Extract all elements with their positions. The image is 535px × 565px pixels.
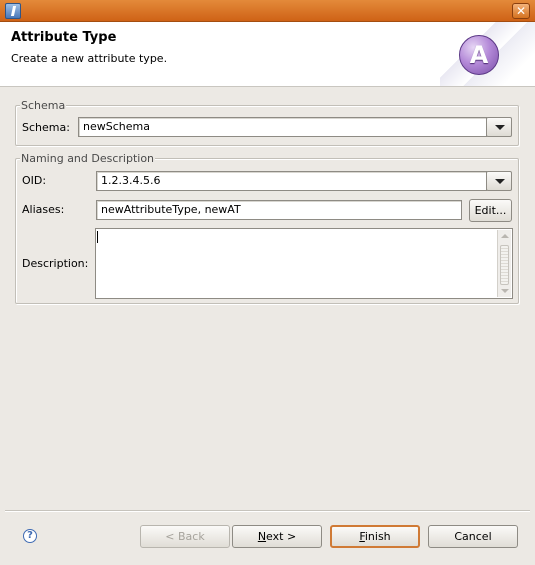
dialog-header: Attribute Type Create a new attribute ty… [0, 22, 535, 87]
schema-dropdown-button[interactable] [486, 117, 512, 137]
schema-label: Schema: [22, 121, 70, 134]
oid-dropdown-button[interactable] [486, 171, 512, 191]
close-icon: ✕ [515, 4, 527, 18]
schema-group-legend: Schema [20, 99, 67, 112]
attribute-type-dialog: ✕ Attribute Type Create a new attribute … [0, 0, 535, 565]
next-button-label: Next > [257, 530, 297, 543]
back-button-label: < Back [165, 530, 205, 543]
schema-combo[interactable]: newSchema [78, 117, 487, 137]
back-button[interactable]: < Back [140, 525, 230, 548]
description-scrollbar[interactable] [497, 230, 511, 297]
text-caret [97, 231, 98, 243]
next-button[interactable]: Next > [232, 525, 322, 548]
oid-label: OID: [22, 174, 47, 187]
description-textarea[interactable] [95, 228, 513, 299]
page-title: Attribute Type [11, 30, 117, 45]
app-icon [5, 3, 21, 19]
help-icon[interactable]: ? [23, 529, 37, 543]
finish-button-label: Finish [359, 530, 391, 543]
title-bar[interactable]: ✕ [0, 0, 535, 22]
next-rest: ext > [266, 530, 297, 543]
oid-combo[interactable]: 1.2.3.4.5.6 [96, 171, 487, 191]
finish-button[interactable]: Finish [330, 525, 420, 548]
page-description: Create a new attribute type. [11, 52, 168, 65]
aliases-label: Aliases: [22, 203, 65, 216]
footer-separator [5, 510, 530, 512]
edit-aliases-button[interactable]: Edit... [469, 199, 512, 222]
finish-rest: inish [364, 530, 391, 543]
scroll-down-icon[interactable] [501, 289, 509, 293]
aliases-field[interactable]: newAttributeType, newAT [96, 200, 462, 220]
close-button[interactable]: ✕ [512, 3, 530, 19]
attribute-type-badge-icon: A [459, 35, 499, 75]
scroll-up-icon[interactable] [501, 234, 509, 238]
cancel-button[interactable]: Cancel [428, 525, 518, 548]
scroll-thumb[interactable] [500, 245, 509, 285]
naming-group-legend: Naming and Description [20, 152, 156, 165]
description-label: Description: [22, 257, 89, 270]
